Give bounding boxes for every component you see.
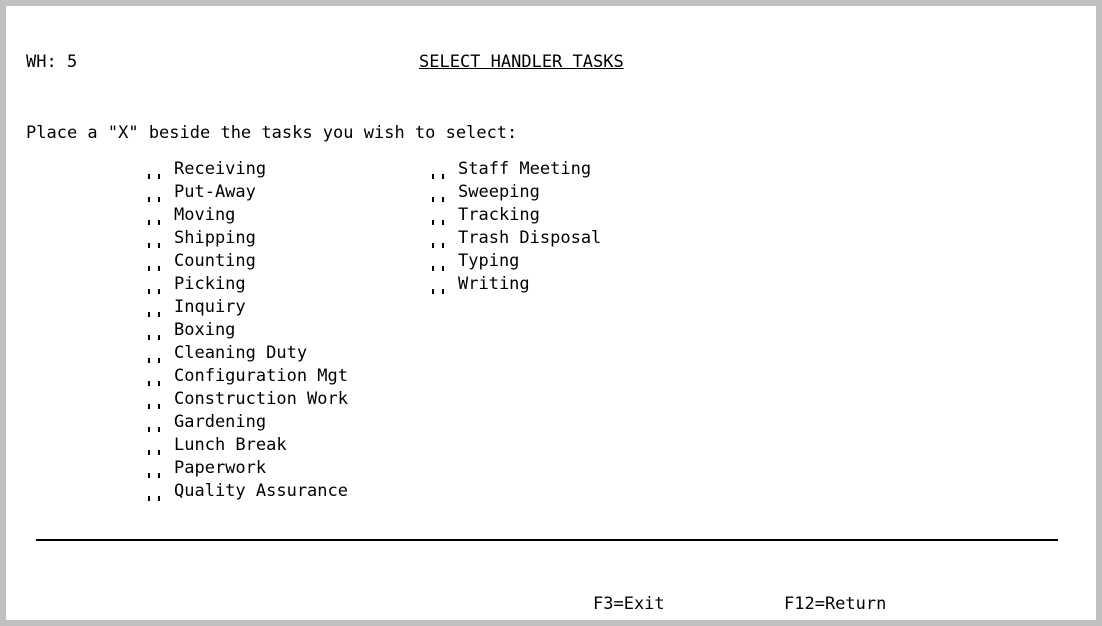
- task-row: Configuration Mgt: [144, 365, 348, 388]
- task-label: Writing: [458, 274, 530, 294]
- task-label: Quality Assurance: [174, 481, 348, 501]
- task-select-field[interactable]: [144, 296, 166, 319]
- task-row: Writing: [428, 273, 601, 296]
- task-select-field[interactable]: [144, 365, 166, 388]
- task-select-field[interactable]: [428, 204, 450, 227]
- task-label: Construction Work: [174, 389, 348, 409]
- task-label: Shipping: [174, 228, 256, 248]
- task-label: Boxing: [174, 320, 236, 340]
- task-label: Inquiry: [174, 297, 246, 317]
- task-row: Typing: [428, 250, 601, 273]
- task-row: Sweeping: [428, 181, 601, 204]
- task-select-field[interactable]: [144, 227, 166, 250]
- task-label: Moving: [174, 205, 236, 225]
- task-label: Gardening: [174, 412, 267, 432]
- task-label: Paperwork: [174, 458, 267, 478]
- task-select-field[interactable]: [144, 181, 166, 204]
- task-row: Lunch Break: [144, 434, 348, 457]
- task-select-field[interactable]: [144, 411, 166, 434]
- task-select-field[interactable]: [428, 158, 450, 181]
- footer-divider: [36, 539, 1058, 541]
- task-label: Sweeping: [458, 182, 540, 202]
- task-label: Lunch Break: [174, 435, 287, 455]
- task-select-field[interactable]: [428, 227, 450, 250]
- task-label: Cleaning Duty: [174, 343, 308, 363]
- task-row: Tracking: [428, 204, 601, 227]
- task-select-field[interactable]: [144, 434, 166, 457]
- instruction-text: Place a "X" beside the tasks you wish to…: [26, 123, 518, 143]
- task-select-field[interactable]: [144, 273, 166, 296]
- task-select-field[interactable]: [144, 158, 166, 181]
- terminal-window: WH: 5 SELECT HANDLER TASKS Place a "X" b…: [6, 6, 1096, 620]
- task-row: Counting: [144, 250, 348, 273]
- task-label: Counting: [174, 251, 256, 271]
- f3-exit-key[interactable]: F3=Exit: [593, 593, 665, 616]
- task-label: Receiving: [174, 159, 267, 179]
- task-label: Picking: [174, 274, 246, 294]
- task-row: Paperwork: [144, 457, 348, 480]
- task-row: Cleaning Duty: [144, 342, 348, 365]
- task-row: Boxing: [144, 319, 348, 342]
- task-label: Configuration Mgt: [174, 366, 348, 386]
- task-row: Construction Work: [144, 388, 348, 411]
- task-list-right: Staff Meeting Sweeping Tracking Trash Dispo…: [428, 158, 601, 296]
- task-select-field[interactable]: [428, 181, 450, 204]
- task-select-field[interactable]: [144, 250, 166, 273]
- f12-return-key[interactable]: F12=Return: [784, 593, 886, 616]
- task-row: Shipping: [144, 227, 348, 250]
- task-select-field[interactable]: [428, 273, 450, 296]
- terminal-screen: WH: 5 SELECT HANDLER TASKS Place a "X" b…: [6, 6, 1096, 620]
- task-select-field[interactable]: [144, 388, 166, 411]
- task-select-field[interactable]: [428, 250, 450, 273]
- task-row: Picking: [144, 273, 348, 296]
- task-row: Quality Assurance: [144, 480, 348, 503]
- task-label: Staff Meeting: [458, 159, 592, 179]
- task-row: Put-Away: [144, 181, 348, 204]
- task-label: Typing: [458, 251, 520, 271]
- task-select-field[interactable]: [144, 342, 166, 365]
- task-label: Put-Away: [174, 182, 256, 202]
- warehouse-label: WH: 5: [26, 52, 78, 72]
- task-select-field[interactable]: [144, 457, 166, 480]
- task-row: Inquiry: [144, 296, 348, 319]
- task-row: Receiving: [144, 158, 348, 181]
- task-select-field[interactable]: [144, 319, 166, 342]
- task-row: Trash Disposal: [428, 227, 601, 250]
- task-select-field[interactable]: [144, 480, 166, 503]
- task-row: Staff Meeting: [428, 158, 601, 181]
- screen-title: SELECT HANDLER TASKS: [419, 52, 624, 72]
- task-row: Moving: [144, 204, 348, 227]
- task-row: Gardening: [144, 411, 348, 434]
- task-list-left: Receiving Put-Away Moving Shipping Counting P…: [144, 158, 348, 503]
- task-label: Trash Disposal: [458, 228, 602, 248]
- task-select-field[interactable]: [144, 204, 166, 227]
- task-label: Tracking: [458, 205, 540, 225]
